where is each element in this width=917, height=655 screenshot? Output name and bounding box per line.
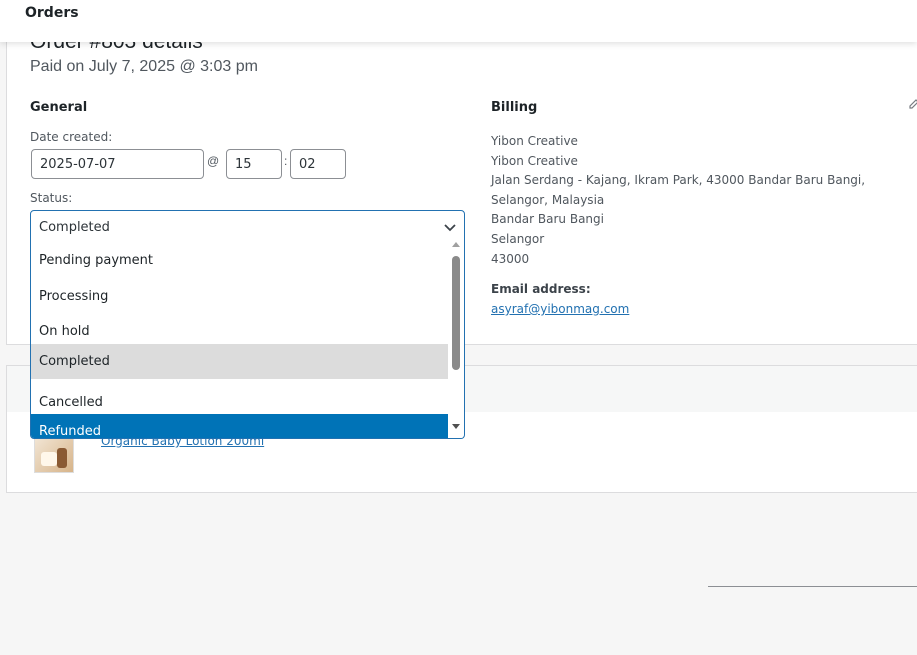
status-option-completed[interactable]: Completed — [31, 343, 448, 379]
billing-heading: Billing — [491, 100, 538, 115]
top-bar: Orders — [0, 0, 917, 42]
chevron-down-icon — [444, 224, 456, 232]
billing-line: 43000 — [491, 251, 530, 266]
product-bottle-shape — [57, 448, 67, 468]
date-created-label: Date created: — [30, 130, 113, 144]
status-select[interactable]: Completed Pending payment Processing On … — [30, 210, 465, 439]
email-label: Email address: — [491, 282, 591, 296]
product-jar-shape — [41, 452, 57, 466]
status-option-pending-payment[interactable]: Pending payment — [31, 243, 448, 279]
paid-on-text: Paid on July 7, 2025 @ 3:03 pm — [30, 58, 258, 75]
general-heading: General — [30, 100, 88, 115]
billing-address: Yibon Creative Yibon Creative Jalan Serd… — [491, 132, 865, 269]
status-current-value: Completed — [39, 220, 110, 235]
status-option-refunded[interactable]: Refunded — [31, 414, 448, 438]
scroll-down-arrow-icon[interactable] — [452, 424, 460, 429]
product-thumbnail — [34, 433, 74, 473]
billing-line: Jalan Serdang - Kajang, Ikram Park, 4300… — [491, 173, 866, 188]
at-separator: @ — [207, 154, 220, 168]
status-option-processing[interactable]: Processing — [31, 279, 448, 315]
divider — [708, 586, 917, 587]
top-bar-title: Orders — [25, 5, 79, 21]
email-link[interactable]: asyraf@yibonmag.com — [491, 302, 629, 316]
date-created-input[interactable]: 2025-07-07 — [31, 149, 204, 179]
billing-line: Selangor — [491, 231, 545, 246]
billing-line: Yibon Creative — [491, 134, 578, 148]
colon-separator: : — [284, 154, 288, 168]
billing-line: Yibon Creative — [491, 153, 578, 168]
minute-input[interactable]: 02 — [290, 149, 346, 179]
pencil-icon[interactable] — [908, 98, 917, 110]
billing-line: Bandar Baru Bangi — [491, 212, 604, 227]
status-label: Status: — [30, 191, 73, 205]
scroll-up-arrow-icon[interactable] — [452, 242, 460, 247]
scrollbar-thumb[interactable] — [452, 256, 460, 370]
hour-input[interactable]: 15 — [226, 149, 282, 179]
billing-line: Selangor, Malaysia — [491, 192, 605, 207]
